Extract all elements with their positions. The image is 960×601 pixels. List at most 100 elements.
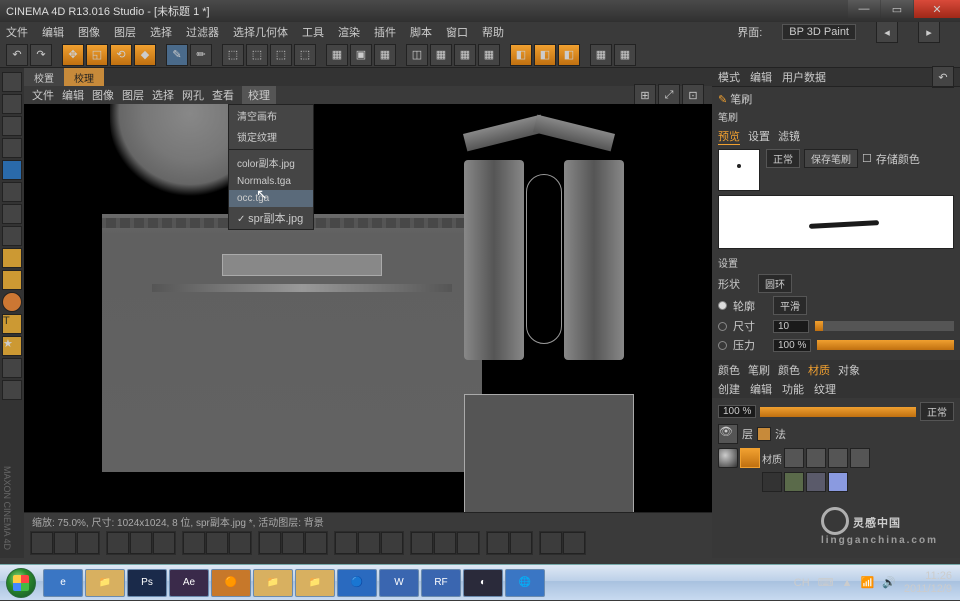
layer-swatch[interactable] [757, 427, 771, 441]
outline-dropdown[interactable]: 平滑 [773, 296, 807, 315]
dd-lock-texture[interactable]: 锁定纹理 [229, 126, 313, 147]
bt-5[interactable] [130, 532, 152, 554]
vp-icon-1[interactable]: ⊞ [634, 84, 656, 106]
channel-thumb-1[interactable] [762, 472, 782, 492]
palette-brush-icon[interactable] [2, 160, 22, 180]
undo-icon[interactable]: ↶ [6, 44, 28, 66]
dd-clear-canvas[interactable]: 清空画布 [229, 105, 313, 126]
taskbar-explorer-icon[interactable]: 📁 [85, 569, 125, 597]
start-button[interactable] [0, 565, 42, 601]
menu-plugins[interactable]: 插件 [374, 24, 396, 40]
bt-4[interactable] [107, 532, 129, 554]
bt-2[interactable] [54, 532, 76, 554]
msub-func[interactable]: 功能 [782, 381, 804, 397]
cube3-icon[interactable]: ◧ [558, 44, 580, 66]
misc3-icon[interactable]: ▦ [454, 44, 476, 66]
bt-19[interactable] [487, 532, 509, 554]
mtab-color[interactable]: 颜色 [718, 362, 740, 378]
language-indicator[interactable]: CH [794, 577, 810, 589]
scale-tool-icon[interactable]: ◱ [86, 44, 108, 66]
paint2-icon[interactable]: ⬚ [246, 44, 268, 66]
bt-6[interactable] [153, 532, 175, 554]
bt-20[interactable] [510, 532, 532, 554]
channel-thumb-2[interactable] [784, 472, 804, 492]
layer-blend-dropdown[interactable]: 正常 [920, 402, 954, 421]
material-thumb-selected[interactable] [740, 448, 760, 468]
mtab-object[interactable]: 对象 [838, 362, 860, 378]
menu-image[interactable]: 图像 [78, 24, 100, 40]
palette-tool-3[interactable] [2, 116, 22, 136]
submenu-view[interactable]: 查看 [212, 87, 234, 103]
palette-gradient-icon[interactable] [2, 226, 22, 246]
submenu-select[interactable]: 选择 [152, 87, 174, 103]
tray-network-icon[interactable]: 📶 [860, 576, 874, 589]
tool-icon[interactable]: ◆ [134, 44, 156, 66]
tab-edit[interactable]: 编辑 [750, 69, 772, 85]
bt-11[interactable] [282, 532, 304, 554]
tray-flag-icon[interactable]: ▲ [842, 577, 853, 589]
menu-window[interactable]: 窗口 [446, 24, 468, 40]
tab-mode[interactable]: 模式 [718, 69, 740, 85]
store-color-checkbox[interactable]: ☐ [862, 152, 872, 165]
menu-script[interactable]: 脚本 [410, 24, 432, 40]
palette-drop-icon[interactable] [2, 292, 22, 312]
palette-eyedropper-icon[interactable] [2, 182, 22, 202]
menu-layer[interactable]: 图层 [114, 24, 136, 40]
bt-3[interactable] [77, 532, 99, 554]
material-thumb-2[interactable] [806, 448, 826, 468]
redo-icon[interactable]: ↷ [30, 44, 52, 66]
ime-icon[interactable]: ⌨ [818, 576, 834, 589]
taskbar-word-icon[interactable]: W [379, 569, 419, 597]
bt-12[interactable] [305, 532, 327, 554]
misc4-icon[interactable]: ▦ [478, 44, 500, 66]
size-slider[interactable] [815, 321, 954, 331]
tab-userdata[interactable]: 用户数据 [782, 69, 826, 85]
channel-thumb-3[interactable] [806, 472, 826, 492]
layer-opacity-field[interactable]: 100 % [718, 405, 756, 418]
taskbar-app5-icon[interactable]: 🟠 [211, 569, 251, 597]
menu-geometry[interactable]: 选择几何体 [233, 24, 288, 40]
layout-nav1-icon[interactable]: ◂ [876, 21, 898, 43]
taskbar-browser-icon[interactable]: 🌐 [505, 569, 545, 597]
vp-icon-3[interactable]: ⊡ [682, 84, 704, 106]
brush-tab-preview[interactable]: 预览 [718, 128, 740, 145]
misc2-icon[interactable]: ▦ [430, 44, 452, 66]
taskbar-c4d-icon[interactable]: ◐ [463, 569, 503, 597]
palette-bucket-icon[interactable] [2, 204, 22, 224]
dd-file-color[interactable]: color副本.jpg [229, 152, 313, 173]
size-radio[interactable] [718, 322, 727, 331]
blend-mode-dropdown[interactable]: 正常 [766, 149, 800, 168]
brush-tab-filter[interactable]: 滤镜 [778, 128, 800, 145]
tab-view[interactable]: 校置 [24, 68, 64, 86]
layer-visibility-icon[interactable]: 👁 [718, 424, 738, 444]
material-thumb-4[interactable] [850, 448, 870, 468]
submenu-mesh[interactable]: 网孔 [182, 87, 204, 103]
texture-viewport[interactable]: 清空画布 锁定纹理 color副本.jpg Normals.tga occ.tg… [24, 104, 712, 512]
menu-help[interactable]: 帮助 [482, 24, 504, 40]
shape-dropdown[interactable]: 圆环 [758, 274, 792, 293]
taskbar-folder1-icon[interactable]: 📁 [253, 569, 293, 597]
menu-render[interactable]: 渲染 [338, 24, 360, 40]
render-icon[interactable]: ▣ [350, 44, 372, 66]
bt-10[interactable] [259, 532, 281, 554]
bt-18[interactable] [457, 532, 479, 554]
outline-radio[interactable] [718, 301, 727, 310]
bt-15[interactable] [381, 532, 403, 554]
palette-tool-1[interactable] [2, 72, 22, 92]
material-thumb-1[interactable] [784, 448, 804, 468]
mtab-color2[interactable]: 颜色 [778, 362, 800, 378]
taskbar-folder2-icon[interactable]: 📁 [295, 569, 335, 597]
tab-texture[interactable]: 校理 [64, 68, 104, 86]
bt-13[interactable] [335, 532, 357, 554]
paint3-icon[interactable]: ⬚ [270, 44, 292, 66]
tray-volume-icon[interactable]: 🔊 [882, 576, 896, 589]
checker2-icon[interactable]: ▦ [374, 44, 396, 66]
bt-1[interactable] [31, 532, 53, 554]
dd-file-spr[interactable]: ✓ spr副本.jpg [229, 207, 313, 229]
pressure-radio[interactable] [718, 341, 727, 350]
bt-8[interactable] [206, 532, 228, 554]
bt-14[interactable] [358, 532, 380, 554]
vp-icon-2[interactable]: ⤢ [658, 84, 680, 106]
submenu-layer[interactable]: 图层 [122, 87, 144, 103]
menu-select[interactable]: 选择 [150, 24, 172, 40]
